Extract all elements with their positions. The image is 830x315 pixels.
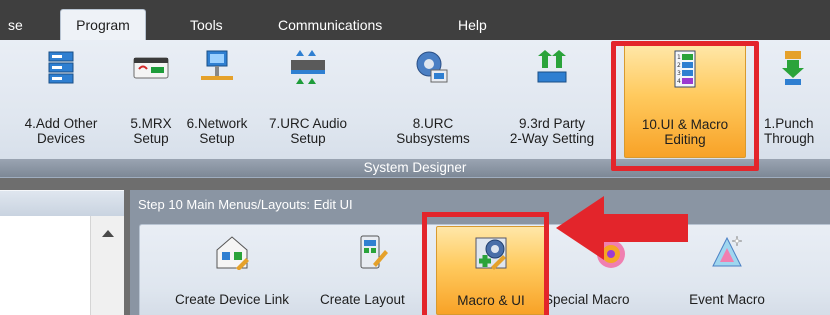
urc-subsystems-label: 8.URC Subsystems [396, 116, 470, 146]
urc-subsystems-button[interactable]: 8.URC Subsystems [390, 44, 476, 158]
mrx-setup-label: 5.MRX Setup [130, 116, 172, 146]
network-setup-button[interactable]: 6.Network Setup [182, 44, 252, 158]
create-layout-label: Create Layout [320, 292, 405, 307]
create-device-link-button[interactable]: Create Device Link [150, 226, 314, 315]
third-party-2way-setting-button[interactable]: 9.3rd Party 2-Way Setting [496, 44, 608, 158]
menu-item-communications[interactable]: Communications [268, 10, 392, 40]
urc-audio-setup-button[interactable]: 7.URC Audio Setup [254, 44, 362, 158]
scroll-up-arrow-icon[interactable] [102, 230, 114, 237]
create-layout-button[interactable]: Create Layout [318, 226, 424, 315]
menu-item-program[interactable]: Program [60, 9, 146, 41]
two-way-icon [537, 50, 567, 83]
red-arrow-icon [556, 196, 688, 260]
step-title: Step 10 Main Menus/Layouts: Edit UI [138, 197, 353, 212]
special-macro-label: Special Macro [544, 292, 630, 307]
left-pane-header [0, 190, 124, 216]
urc-audio-setup-label: 7.URC Audio Setup [268, 116, 348, 146]
third-party-2way-setting-label: 9.3rd Party 2-Way Setting [509, 116, 595, 146]
devices-icon [48, 51, 74, 84]
highlight-box-macro-ui [422, 212, 549, 315]
add-other-devices-label: 4.Add Other Devices [24, 116, 98, 146]
highlight-box-ui-macro-editing [611, 41, 759, 171]
create-device-link-label: Create Device Link [174, 292, 290, 307]
event-macro-icon [712, 235, 743, 267]
menu-item-tools[interactable]: Tools [180, 10, 233, 40]
punch-through-label: 1.Punch Through [764, 116, 815, 146]
menu-item-use[interactable]: se [0, 10, 33, 40]
subsystems-icon [416, 51, 448, 83]
network-icon [201, 50, 233, 80]
network-setup-label: 6.Network Setup [186, 116, 248, 146]
mrx-setup-button[interactable]: 5.MRX Setup [122, 44, 180, 158]
menu-bar: se Program Tools Communications Help [0, 0, 830, 41]
add-other-devices-button[interactable]: 4.Add Other Devices [2, 44, 120, 158]
device-link-icon [216, 236, 249, 270]
vertical-scrollbar[interactable] [90, 216, 124, 315]
punch-through-button[interactable]: 1.Punch Through [756, 44, 830, 158]
mrx-icon [133, 57, 169, 79]
event-macro-label: Event Macro [689, 292, 765, 307]
audio-icon [291, 50, 325, 84]
punch-through-icon [782, 51, 804, 85]
layout-icon [360, 235, 388, 269]
menu-item-help[interactable]: Help [448, 10, 497, 40]
